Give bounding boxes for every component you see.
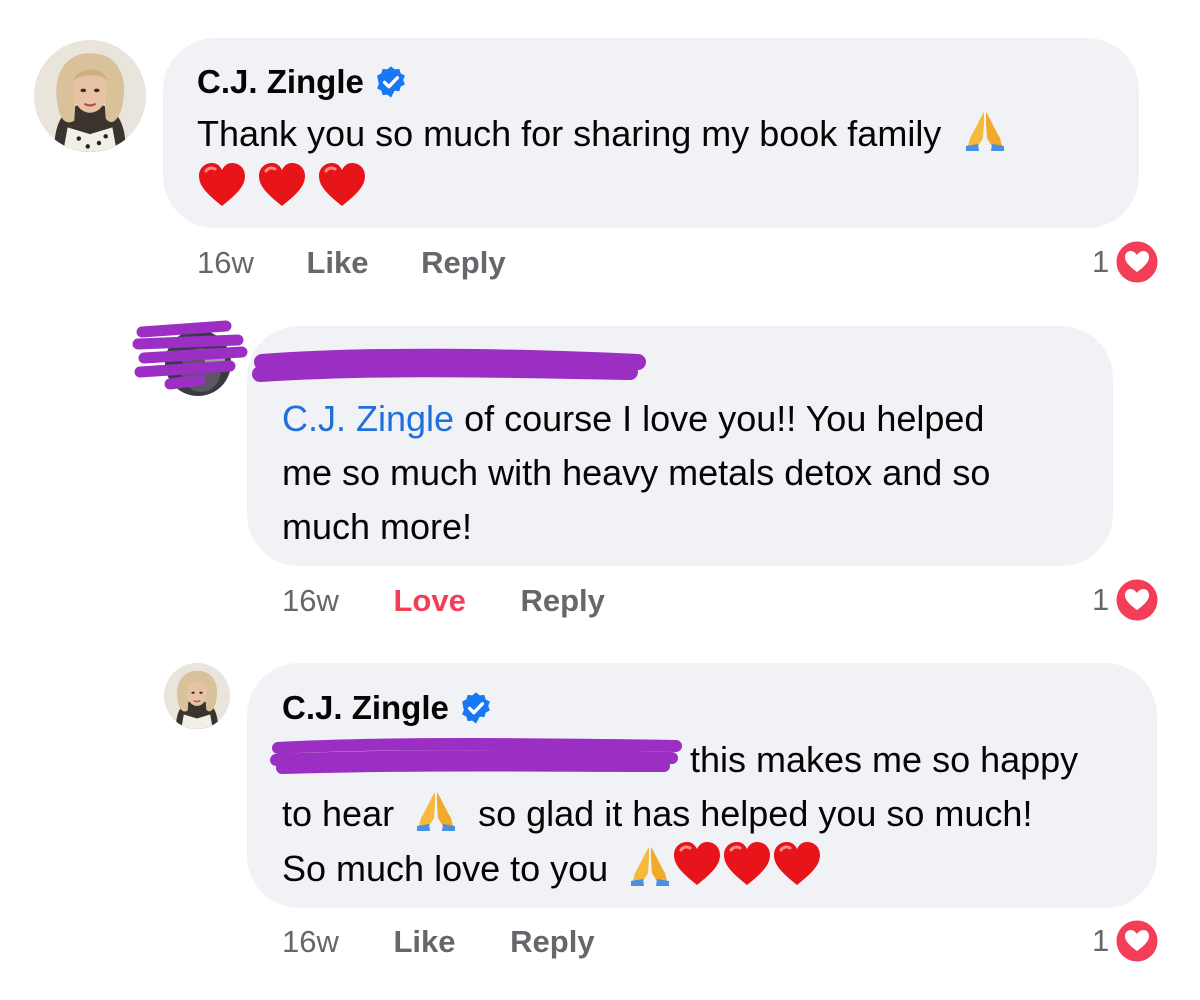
love-reaction-icon (1113, 238, 1161, 286)
reply-button[interactable]: Reply (510, 924, 594, 959)
love-reaction-icon (1113, 576, 1161, 624)
red-heart-emoji-icon (722, 841, 772, 887)
comment-timestamp[interactable]: 16w (282, 583, 339, 618)
love-button[interactable]: Love (394, 583, 466, 618)
avatar-redacted-user[interactable] (165, 330, 231, 396)
red-heart-emoji-icon (772, 841, 822, 887)
comment-timestamp[interactable]: 16w (197, 245, 254, 280)
comment-text-line: me so much with heavy metals detox and s… (282, 452, 991, 493)
comment-emoji-row (197, 162, 367, 217)
comment-text: So much love to you (282, 841, 822, 896)
folded-hands-emoji-icon (628, 843, 672, 887)
folded-hands-emoji-icon (414, 788, 458, 832)
red-heart-emoji-icon (257, 162, 307, 208)
mention-link[interactable]: C.J. Zingle (282, 398, 454, 439)
comment-author[interactable]: C.J. Zingle (197, 62, 408, 102)
author-name[interactable]: C.J. Zingle (197, 62, 364, 102)
comment-text: to hear so glad it has helped you so muc… (282, 787, 1032, 841)
love-reaction-icon (1113, 917, 1161, 965)
reaction-count: 1 (1092, 244, 1110, 279)
verified-badge-icon (459, 691, 493, 725)
reaction-count: 1 (1092, 923, 1110, 958)
reply-button[interactable]: Reply (421, 245, 505, 280)
avatar-cj-zingle[interactable] (164, 663, 230, 729)
reaction-summary[interactable]: 1 (1092, 917, 1161, 965)
comment-meta-row: 16w Like Reply (282, 922, 595, 962)
avatar-cj-zingle[interactable] (34, 40, 146, 152)
comment-meta-row: 16w Love Reply (282, 581, 605, 621)
comment-text-line: to hear (282, 793, 395, 834)
red-heart-emoji-icon (672, 841, 722, 887)
like-button[interactable]: Like (394, 924, 456, 959)
comment-text: Thank you so much for sharing my book fa… (197, 107, 1007, 161)
comment-text-line: of course I love you!! You helped (454, 398, 985, 439)
reaction-summary[interactable]: 1 (1092, 238, 1161, 286)
author-name[interactable]: C.J. Zingle (282, 688, 449, 728)
reaction-summary[interactable]: 1 (1092, 576, 1161, 624)
comment-text-line: so glad it has helped you so much! (478, 793, 1033, 834)
like-button[interactable]: Like (307, 245, 369, 280)
comment-text-line: this makes me so happy (690, 739, 1079, 780)
reply-button[interactable]: Reply (520, 583, 604, 618)
folded-hands-emoji-icon (963, 108, 1007, 152)
comment-text: C.J. Zingle of course I love you!! You h… (282, 392, 984, 446)
comment-timestamp[interactable]: 16w (282, 924, 339, 959)
comment-text-line: much more! (282, 506, 473, 547)
comment-author[interactable]: C.J. Zingle (282, 688, 493, 728)
verified-badge-icon (374, 65, 408, 99)
comment-text-line: So much love to you (282, 848, 609, 889)
comment-text-line: Thank you so much for sharing my book fa… (197, 113, 942, 154)
red-heart-emoji-icon (317, 162, 367, 208)
reaction-count: 1 (1092, 582, 1110, 617)
comment-meta-row: 16w Like Reply (197, 243, 506, 283)
red-heart-emoji-icon (197, 162, 247, 208)
